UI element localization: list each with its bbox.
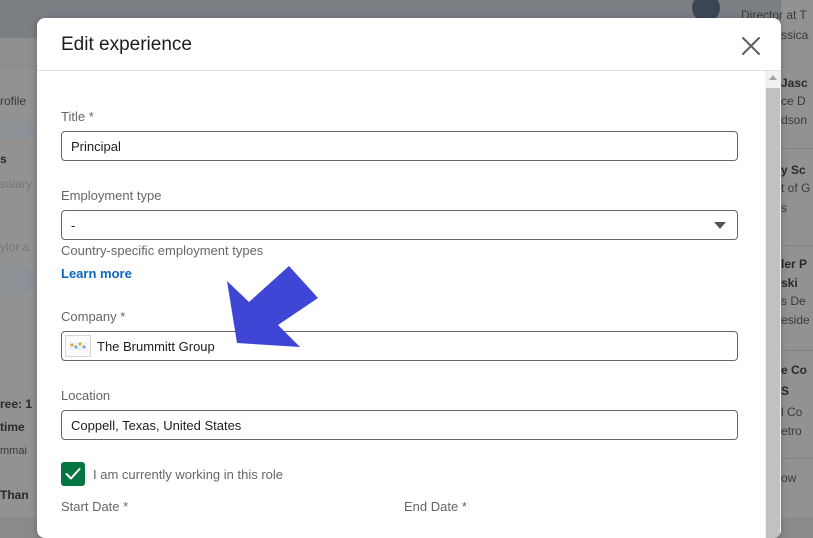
background-divider (781, 350, 813, 351)
background-text: mmai (0, 445, 27, 457)
background-left-band (0, 122, 37, 138)
learn-more-link[interactable]: Learn more (61, 266, 132, 281)
background-text: ce D (781, 94, 806, 108)
background-text: Jasc (781, 76, 808, 90)
background-divider (781, 148, 813, 149)
background-text: s (0, 152, 7, 166)
employment-type-label: Employment type (61, 188, 162, 203)
background-text: dson (781, 113, 808, 127)
location-value: Coppell, Texas, United States (71, 417, 242, 433)
background-text: rofile (0, 94, 27, 108)
background-text: eside (781, 313, 810, 327)
start-date-label: Start Date * (61, 499, 129, 514)
employment-type-select[interactable]: - (61, 210, 738, 240)
background-text: ssica (781, 28, 809, 42)
background-text: etro (781, 424, 802, 438)
background-text: ler P (781, 257, 808, 271)
employment-type-helper: Country-specific employment types (61, 243, 264, 258)
background-left-band (0, 268, 37, 292)
background-text: ree: 1 (0, 397, 33, 411)
title-input[interactable]: Principal (61, 131, 738, 161)
company-value: The Brummitt Group (97, 338, 215, 354)
chevron-down-icon (714, 222, 726, 229)
company-logo-icon (65, 335, 91, 357)
background-text: ylor a (0, 240, 30, 254)
background-text: Than (0, 488, 29, 502)
background-text: l Co (781, 405, 803, 419)
dialog-header: Edit experience (37, 18, 781, 71)
company-label: Company * (61, 309, 126, 324)
background-text: s De (781, 294, 806, 308)
checkmark-icon (65, 468, 81, 480)
dialog-scrollbar[interactable] (765, 71, 781, 538)
close-icon (742, 37, 760, 55)
background-text: y Sc (781, 163, 806, 177)
end-date-label: End Date * (404, 499, 467, 514)
background-divider (781, 458, 813, 459)
background-text: S (781, 384, 790, 398)
scroll-up-icon[interactable] (769, 75, 777, 80)
location-input[interactable]: Coppell, Texas, United States (61, 410, 738, 440)
scrollbar-thumb[interactable] (766, 88, 780, 538)
currently-working-checkbox[interactable] (61, 462, 85, 486)
background-text: t of G (781, 181, 811, 195)
background-text: ow (781, 471, 797, 485)
dialog-body: Title * Principal Employment type - Coun… (37, 71, 765, 538)
location-label: Location (61, 388, 111, 403)
company-input[interactable]: The Brummitt Group (61, 331, 738, 361)
title-label: Title * (61, 109, 94, 124)
background-divider (781, 245, 813, 246)
background-text: e Co (781, 363, 808, 377)
background-text: time (0, 420, 25, 434)
close-button[interactable] (737, 32, 765, 60)
background-text: s (781, 201, 787, 215)
dialog-title: Edit experience (61, 34, 192, 55)
background-text: salary (0, 177, 33, 191)
edit-experience-dialog: Edit experience Title * Principal Employ… (37, 18, 781, 538)
title-value: Principal (71, 138, 121, 154)
background-text: ski (781, 276, 798, 290)
currently-working-label: I am currently working in this role (93, 467, 284, 482)
employment-type-value: - (71, 217, 76, 233)
